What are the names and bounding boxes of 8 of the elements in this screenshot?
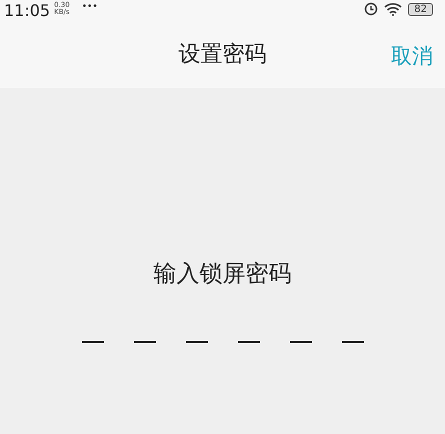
status-time: 11:05 [4, 2, 50, 19]
page-title: 设置密码 [178, 41, 266, 69]
more-indicator: ••• [82, 2, 98, 12]
wifi-icon [384, 2, 402, 16]
battery-indicator: 82 [408, 2, 433, 16]
alarm-icon [364, 2, 378, 16]
prompt-text: 输入锁屏密码 [154, 260, 292, 289]
cancel-button[interactable]: 取消 [391, 42, 433, 70]
